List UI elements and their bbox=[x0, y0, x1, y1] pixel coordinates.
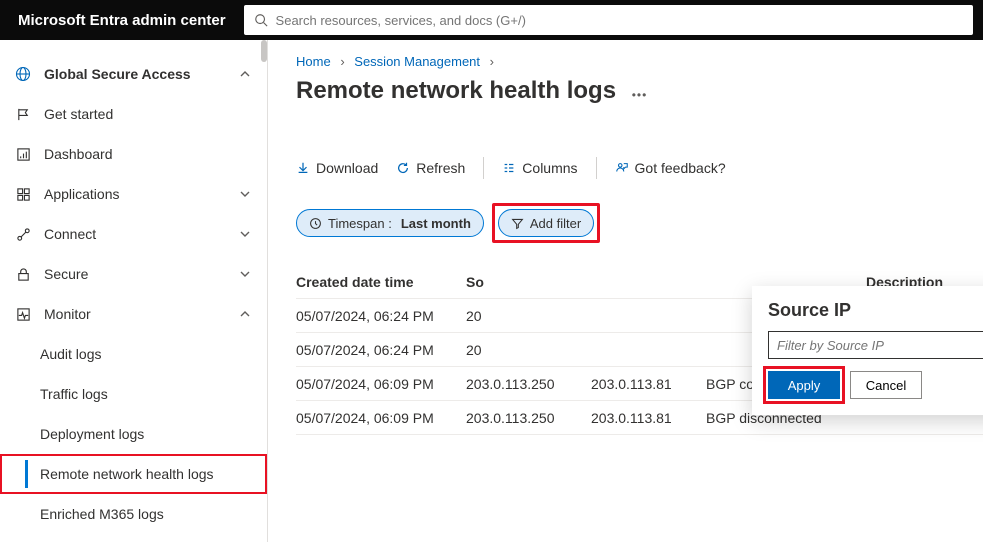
popup-title: Source IP bbox=[768, 300, 983, 321]
refresh-icon bbox=[396, 161, 410, 175]
sidebar-item-label: Enriched M365 logs bbox=[40, 506, 164, 522]
filter-icon bbox=[511, 217, 524, 230]
columns-button[interactable]: Columns bbox=[502, 160, 577, 176]
sidebar-section-global-secure-access[interactable]: Global Secure Access bbox=[0, 54, 267, 94]
add-filter-chip[interactable]: Add filter bbox=[498, 209, 594, 237]
sidebar-item-label: Applications bbox=[44, 186, 120, 202]
columns-icon bbox=[502, 161, 516, 175]
sidebar-item-dashboard[interactable]: Dashboard bbox=[0, 134, 267, 174]
sidebar-item-enriched-m365-logs[interactable]: Enriched M365 logs bbox=[0, 494, 267, 534]
breadcrumb-session-management[interactable]: Session Management bbox=[354, 54, 480, 69]
sidebar-item-label: Get started bbox=[44, 106, 113, 122]
sidebar-item-label: Deployment logs bbox=[40, 426, 144, 442]
refresh-label: Refresh bbox=[416, 160, 465, 176]
global-search-wrap bbox=[244, 5, 983, 35]
sidebar-item-label: Remote network health logs bbox=[40, 466, 214, 482]
feedback-label: Got feedback? bbox=[635, 160, 726, 176]
divider bbox=[483, 157, 484, 179]
clock-icon bbox=[309, 217, 322, 230]
download-label: Download bbox=[316, 160, 378, 176]
sidebar-item-label: Secure bbox=[44, 266, 88, 282]
sidebar-item-secure[interactable]: Secure bbox=[0, 254, 267, 294]
sidebar-item-label: Dashboard bbox=[44, 146, 113, 162]
download-button[interactable]: Download bbox=[296, 160, 378, 176]
brand-title: Microsoft Entra admin center bbox=[0, 12, 244, 29]
cell-dest: 203.0.113.81 bbox=[591, 410, 706, 426]
filter-bar: Timespan : Last month Add filter bbox=[296, 203, 983, 243]
add-filter-highlight: Add filter bbox=[492, 203, 600, 243]
main-content: Home › Session Management › Remote netwo… bbox=[268, 40, 983, 542]
sidebar-item-label: Connect bbox=[44, 226, 96, 242]
cell-source: 203.0.113.250 bbox=[466, 376, 591, 392]
sidebar-item-get-started[interactable]: Get started bbox=[0, 94, 267, 134]
download-icon bbox=[296, 161, 310, 175]
flag-icon bbox=[14, 107, 32, 122]
chevron-down-icon bbox=[239, 268, 251, 280]
cell-created: 05/07/2024, 06:09 PM bbox=[296, 410, 466, 426]
cell-source: 20 bbox=[466, 308, 591, 324]
apply-button[interactable]: Apply bbox=[768, 371, 840, 399]
sidebar-item-audit-logs[interactable]: Audit logs bbox=[0, 334, 267, 374]
scrollbar-thumb[interactable] bbox=[261, 40, 267, 62]
cell-source: 20 bbox=[466, 342, 591, 358]
chevron-right-icon: › bbox=[340, 54, 344, 69]
grid-icon bbox=[14, 187, 32, 202]
chevron-up-icon bbox=[239, 308, 251, 320]
breadcrumb-home[interactable]: Home bbox=[296, 54, 331, 69]
connect-icon bbox=[14, 227, 32, 242]
cancel-button[interactable]: Cancel bbox=[850, 371, 922, 399]
chevron-down-icon bbox=[239, 228, 251, 240]
timespan-chip[interactable]: Timespan : Last month bbox=[296, 209, 484, 237]
cell-source: 203.0.113.250 bbox=[466, 410, 591, 426]
command-bar: Download Refresh Columns Got feedback? bbox=[296, 157, 983, 179]
col-created[interactable]: Created date time bbox=[296, 274, 466, 290]
cell-created: 05/07/2024, 06:24 PM bbox=[296, 342, 466, 358]
feedback-icon bbox=[615, 161, 629, 175]
sidebar-item-deployment-logs[interactable]: Deployment logs bbox=[0, 414, 267, 454]
cell-created: 05/07/2024, 06:09 PM bbox=[296, 376, 466, 392]
chevron-down-icon bbox=[239, 188, 251, 200]
chevron-right-icon: › bbox=[490, 54, 494, 69]
sidebar-item-traffic-logs[interactable]: Traffic logs bbox=[0, 374, 267, 414]
lock-icon bbox=[14, 267, 32, 282]
cell-dest: 203.0.113.81 bbox=[591, 376, 706, 392]
dashboard-icon bbox=[14, 147, 32, 162]
more-icon[interactable]: ••• bbox=[632, 88, 648, 102]
columns-label: Columns bbox=[522, 160, 577, 176]
search-icon bbox=[254, 13, 268, 27]
col-source[interactable]: So bbox=[466, 274, 591, 290]
breadcrumb: Home › Session Management › bbox=[296, 54, 983, 69]
sidebar-item-applications[interactable]: Applications bbox=[0, 174, 267, 214]
source-ip-input[interactable] bbox=[768, 331, 983, 359]
globe-icon bbox=[14, 66, 32, 82]
sidebar-item-label: Audit logs bbox=[40, 346, 101, 362]
add-filter-label: Add filter bbox=[530, 216, 581, 231]
timespan-value: Last month bbox=[401, 216, 471, 231]
refresh-button[interactable]: Refresh bbox=[396, 160, 465, 176]
chevron-up-icon bbox=[239, 68, 251, 80]
pulse-icon bbox=[14, 307, 32, 322]
sidebar-item-monitor[interactable]: Monitor bbox=[0, 294, 267, 334]
top-bar: Microsoft Entra admin center bbox=[0, 0, 983, 40]
divider bbox=[596, 157, 597, 179]
page-title: Remote network health logs bbox=[296, 77, 616, 105]
sidebar-item-label: Monitor bbox=[44, 306, 91, 322]
filter-popup: Source IP Apply Cancel bbox=[752, 286, 983, 415]
global-search-input[interactable] bbox=[244, 5, 973, 35]
sidebar-item-label: Traffic logs bbox=[40, 386, 108, 402]
feedback-button[interactable]: Got feedback? bbox=[615, 160, 726, 176]
sidebar-item-connect[interactable]: Connect bbox=[0, 214, 267, 254]
cell-created: 05/07/2024, 06:24 PM bbox=[296, 308, 466, 324]
sidebar-item-remote-network-health-logs[interactable]: Remote network health logs bbox=[0, 454, 267, 494]
timespan-label: Timespan : bbox=[328, 216, 392, 231]
sidebar: Global Secure Access Get started Dashboa… bbox=[0, 40, 268, 542]
sidebar-section-label: Global Secure Access bbox=[44, 66, 191, 82]
